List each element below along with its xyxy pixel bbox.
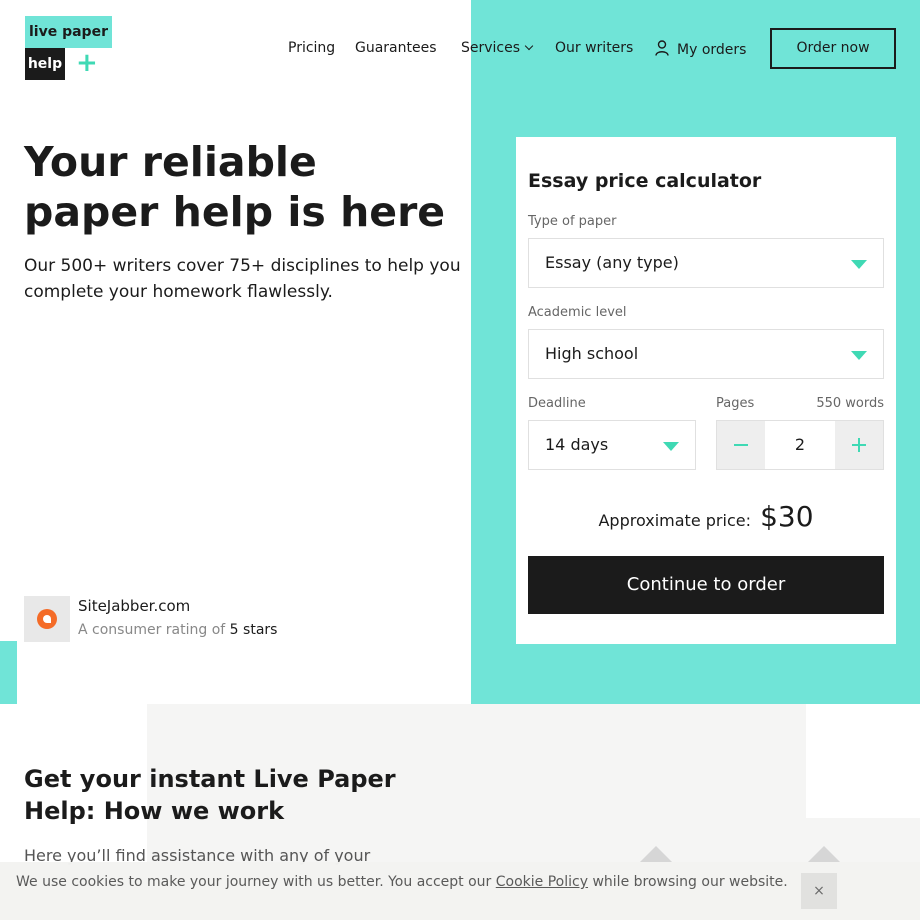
rating-site-name: SiteJabber.com — [78, 597, 191, 615]
decorative-triangle — [640, 846, 672, 862]
rating-label: A consumer rating of — [78, 622, 226, 638]
plus-icon: + — [76, 48, 98, 78]
cookie-message: We use cookies to make your journey with… — [16, 874, 788, 890]
word-count: 550 words — [816, 396, 884, 411]
continue-to-order-button[interactable]: Continue to order — [528, 556, 884, 614]
rating-text: A consumer rating of 5 stars — [78, 622, 277, 638]
cookie-text-after: while browsing our website. — [592, 874, 788, 890]
academic-level-select[interactable]: High school — [528, 329, 884, 379]
pages-input[interactable]: 2 — [765, 421, 835, 469]
close-icon[interactable]: × — [801, 873, 837, 909]
deadline-select[interactable]: 14 days — [528, 420, 696, 470]
nav-services-label: Services — [461, 40, 521, 56]
dropdown-arrow-icon — [663, 442, 679, 451]
nav-my-orders-label: My orders — [677, 42, 747, 58]
nav-our-writers[interactable]: Our writers — [555, 38, 633, 58]
rating-stars: 5 stars — [229, 622, 278, 638]
sitejabber-logo-icon — [24, 596, 70, 642]
decorative-triangle — [808, 846, 840, 862]
cookie-policy-link[interactable]: Cookie Policy — [496, 874, 588, 890]
cookie-banner: We use cookies to make your journey with… — [0, 862, 920, 920]
decrement-pages-button[interactable] — [717, 421, 765, 469]
deadline-value: 14 days — [545, 435, 609, 454]
pages-label: Pages — [716, 396, 755, 411]
pages-stepper: 2 — [716, 420, 884, 470]
academic-level-label: Academic level — [528, 305, 627, 320]
price-label: Approximate price: — [598, 511, 751, 530]
user-icon — [655, 40, 669, 56]
nav-services[interactable]: Services — [461, 38, 534, 58]
deadline-label: Deadline — [528, 396, 586, 411]
accent-strip — [0, 641, 17, 704]
dropdown-arrow-icon — [851, 260, 867, 269]
nav-pricing[interactable]: Pricing — [288, 38, 335, 58]
nav-my-orders[interactable]: My orders — [655, 38, 746, 60]
nav-guarantees[interactable]: Guarantees — [355, 38, 437, 58]
cookie-text-before: We use cookies to make your journey with… — [16, 874, 492, 890]
logo-text-top: live paper — [25, 16, 112, 48]
price-value: $30 — [760, 500, 814, 533]
dropdown-arrow-icon — [851, 351, 867, 360]
logo-text-bottom: help — [25, 48, 65, 80]
price-calculator: Essay price calculator Type of paper Ess… — [516, 137, 896, 644]
calculator-title: Essay price calculator — [528, 170, 762, 192]
approximate-price: Approximate price: $30 — [516, 500, 896, 533]
chevron-down-icon — [524, 41, 534, 51]
paper-type-select[interactable]: Essay (any type) — [528, 238, 884, 288]
paper-type-label: Type of paper — [528, 214, 617, 229]
site-logo[interactable]: live paper help + — [25, 16, 112, 81]
hero-subtitle: Our 500+ writers cover 75+ disciplines t… — [24, 256, 461, 302]
hero-title: Your reliable paper help is here — [24, 138, 446, 236]
minus-icon — [734, 444, 748, 446]
paper-type-value: Essay (any type) — [545, 253, 679, 272]
increment-pages-button[interactable] — [835, 421, 883, 469]
academic-level-value: High school — [545, 344, 639, 363]
order-now-button[interactable]: Order now — [770, 28, 896, 69]
how-we-work-title: Get your instant Live Paper Help: How we… — [24, 765, 396, 825]
